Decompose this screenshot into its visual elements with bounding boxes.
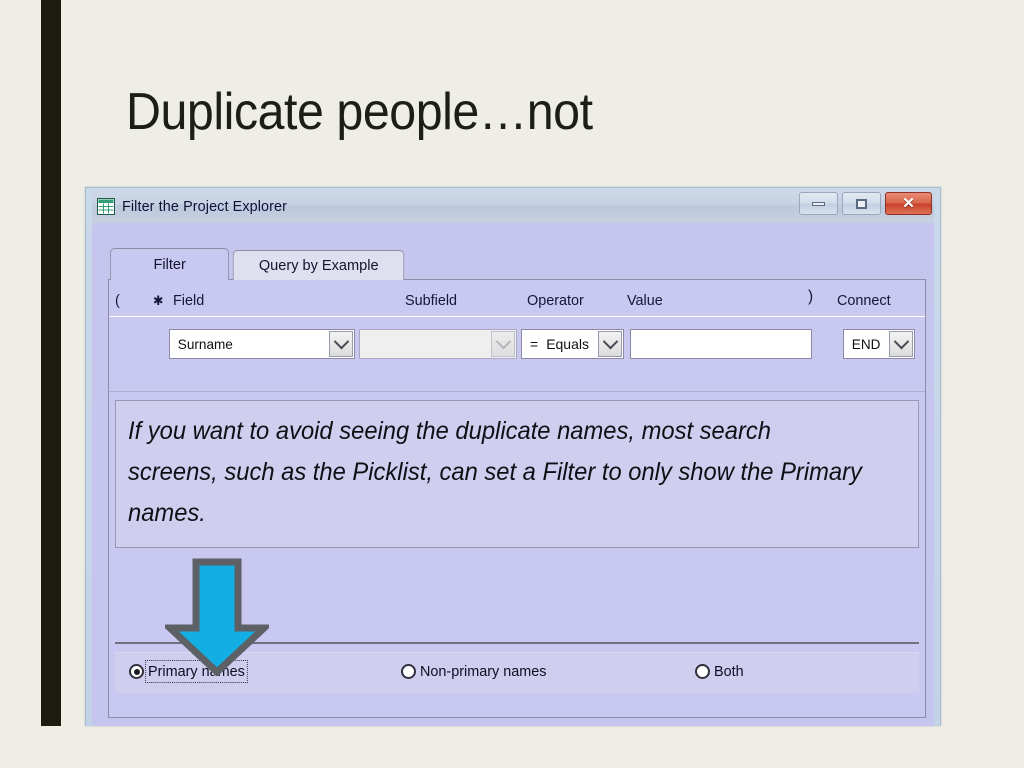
window-controls: ✕ [799,192,932,215]
maximize-icon [856,198,867,209]
radio-unselected-icon [401,664,416,679]
chevron-down-icon[interactable] [329,331,353,357]
radio-non-primary-names[interactable]: Non-primary names [401,663,552,680]
header-subfield: Subfield [405,292,458,309]
tabstrip: Filter Query by Example [108,248,408,280]
connect-combobox[interactable]: END [843,329,915,359]
subfield-combobox[interactable] [359,329,517,359]
close-button[interactable]: ✕ [885,192,932,215]
minimize-button[interactable] [799,192,838,215]
header-value: Value [627,292,663,309]
value-input[interactable] [630,329,812,359]
chevron-down-icon[interactable] [889,331,913,357]
dialog-title-text: Filter the Project Explorer [122,197,288,215]
tab-filter-label: Filter [153,256,186,273]
dialog-titlebar[interactable]: Filter the Project Explorer ✕ [92,189,934,223]
page-title: Duplicate people…not [126,83,593,141]
chevron-down-icon[interactable] [491,331,515,357]
annotation-callout-text: If you want to avoid seeing the duplicat… [128,417,862,527]
header-operator: Operator [527,292,584,309]
slide-accent-bar [41,0,61,726]
connect-combobox-value: END [851,336,881,352]
close-icon: ✕ [902,195,915,212]
tab-query-by-example-label: Query by Example [259,257,379,274]
down-arrow-annotation [161,558,273,677]
radio-both-label: Both [714,663,744,680]
chevron-down-icon[interactable] [598,331,622,357]
filter-dialog-window: Filter the Project Explorer ✕ Filter Que… [85,187,941,726]
header-field: Field [173,292,205,309]
annotation-callout: If you want to avoid seeing the duplicat… [115,400,919,548]
criteria-column-headers: ( ✱ Field Subfield Operator Value ) Conn… [109,280,925,316]
operator-label: Equals [546,336,589,352]
field-combobox-value: Surname [177,336,233,352]
field-combobox[interactable]: Surname [169,329,355,359]
grid-table-icon [97,197,115,215]
tab-filter[interactable]: Filter [109,248,230,280]
maximize-button[interactable] [842,192,881,215]
operator-symbol: = [530,336,539,352]
minimize-icon [812,201,825,206]
header-close-paren: ) [808,288,814,305]
header-required-asterisk: ✱ [153,293,164,308]
criteria-row: Surname = Equals END [109,316,925,392]
dialog-client-area: Filter Query by Example ( ✱ Field Subfie… [92,223,934,726]
radio-unselected-icon [695,664,710,679]
operator-combobox[interactable]: = Equals [521,329,624,359]
radio-non-primary-names-label: Non-primary names [420,663,547,680]
header-connect: Connect [837,292,891,309]
radio-both[interactable]: Both [695,663,745,680]
radio-selected-icon [129,664,144,679]
tab-query-by-example[interactable]: Query by Example [233,250,406,280]
header-open-paren: ( [115,292,120,309]
filter-tab-page: ( ✱ Field Subfield Operator Value ) Conn… [108,279,926,718]
